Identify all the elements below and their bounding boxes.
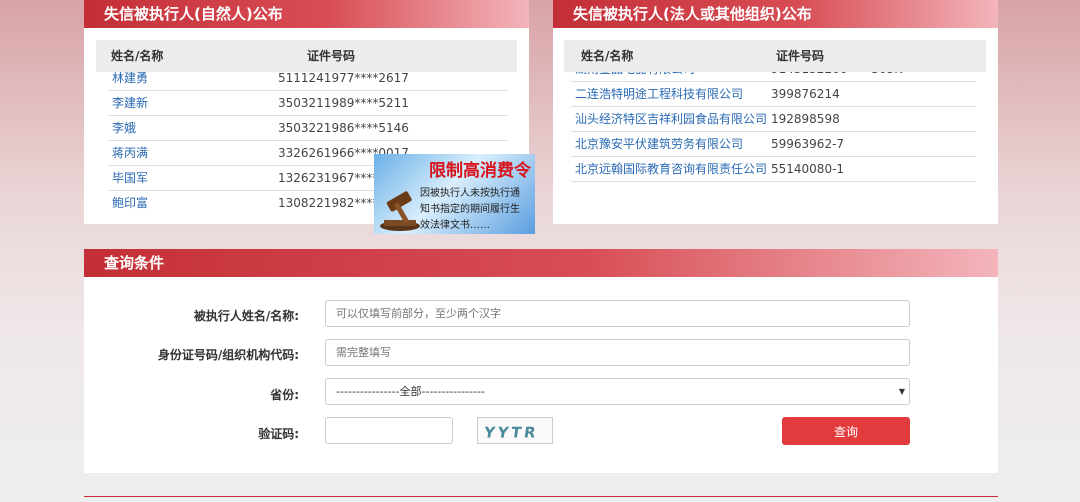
captcha-text: YYTR	[482, 424, 540, 442]
chevron-down-icon: ▼	[898, 387, 905, 396]
captcha-image[interactable]: YYTR	[477, 417, 553, 444]
table-row: 北京豫安平伏建筑劳务有限公司 59963962-7	[571, 132, 976, 157]
id-number-input[interactable]	[325, 339, 910, 366]
person-name-link[interactable]: 李建新	[112, 91, 148, 116]
person-id-number: 3503211989****5211	[278, 96, 409, 110]
person-id-number: 1308221982****	[278, 196, 379, 210]
ad-text-line: 因被执行人未按执行通	[420, 188, 520, 199]
organization-name-link[interactable]: 北京远翰国际教育咨询有限责任公司	[575, 157, 767, 182]
organizations-table-header: 姓名/名称 证件号码	[564, 40, 986, 72]
column-header-id: 证件号码	[307, 49, 356, 63]
person-name-link[interactable]: 鲍印富	[112, 191, 148, 214]
province-field-label: 省份:	[270, 388, 299, 402]
ad-text-line: 效法律文书……	[420, 220, 490, 231]
individuals-table-header: 姓名/名称 证件号码	[96, 40, 517, 72]
captcha-input[interactable]	[325, 417, 453, 444]
organizations-table-body[interactable]: 湖南金品电器有限公司 9143132206****503K 二连浩特明途工程科技…	[571, 57, 976, 208]
organization-name-link[interactable]: 北京豫安平伏建筑劳务有限公司	[575, 132, 743, 157]
person-name-link[interactable]: 蒋丙满	[112, 141, 148, 166]
organization-id-number: 192898598	[771, 112, 840, 126]
table-row: 李建新 3503211989****5211	[108, 91, 508, 116]
column-header-id: 证件号码	[776, 49, 825, 63]
person-id-number: 1326231967****	[278, 171, 379, 185]
province-select[interactable]: ----------------全部---------------- ▼	[325, 378, 910, 405]
organization-name-link[interactable]: 二连浩特明途工程科技有限公司	[575, 82, 743, 107]
ad-title: 限制高消费令	[429, 161, 531, 181]
table-row: 汕头经济特区吉祥利园食品有限公司 192898598	[571, 107, 976, 132]
person-name-link[interactable]: 毕国军	[112, 166, 148, 191]
name-input[interactable]	[325, 300, 910, 327]
ad-text-line: 知书指定的期间履行生	[420, 204, 520, 215]
organization-id-number: 399876214	[771, 87, 840, 101]
consumption-restriction-ad[interactable]: 限制高消费令 因被执行人未按执行通 知书指定的期间履行生 效法律文书……	[374, 154, 535, 234]
table-row: 二连浩特明途工程科技有限公司 399876214	[571, 82, 976, 107]
individuals-panel-title: 失信被执行人(自然人)公布	[84, 0, 529, 28]
person-id-number: 3503221986****5146	[278, 121, 409, 135]
province-selected-value: ----------------全部----------------	[336, 385, 486, 398]
name-field-label: 被执行人姓名/名称:	[193, 309, 299, 323]
person-name-link[interactable]: 李娥	[112, 116, 136, 141]
captcha-field-label: 验证码:	[258, 427, 299, 441]
table-row: 北京远翰国际教育咨询有限责任公司 55140080-1	[571, 157, 976, 182]
gavel-icon	[380, 191, 420, 231]
table-row: 李娥 3503221986****5146	[108, 116, 508, 141]
organization-id-number: 55140080-1	[771, 162, 845, 176]
organization-id-number: 59963962-7	[771, 137, 845, 151]
organization-name-link[interactable]: 汕头经济特区吉祥利园食品有限公司	[575, 107, 767, 132]
query-panel-title: 查询条件	[84, 249, 998, 277]
id-field-label: 身份证号码/组织机构代码:	[157, 348, 299, 362]
column-header-name: 姓名/名称	[111, 49, 164, 63]
column-header-name: 姓名/名称	[581, 49, 634, 63]
search-button[interactable]: 查询	[782, 417, 910, 445]
query-panel: 查询条件 被执行人姓名/名称: 身份证号码/组织机构代码: 省份: ------…	[84, 249, 998, 473]
divider	[84, 496, 998, 497]
organizations-panel: 失信被执行人(法人或其他组织)公布 姓名/名称 证件号码 湖南金品电器有限公司 …	[553, 0, 998, 224]
organizations-panel-title: 失信被执行人(法人或其他组织)公布	[553, 0, 998, 28]
